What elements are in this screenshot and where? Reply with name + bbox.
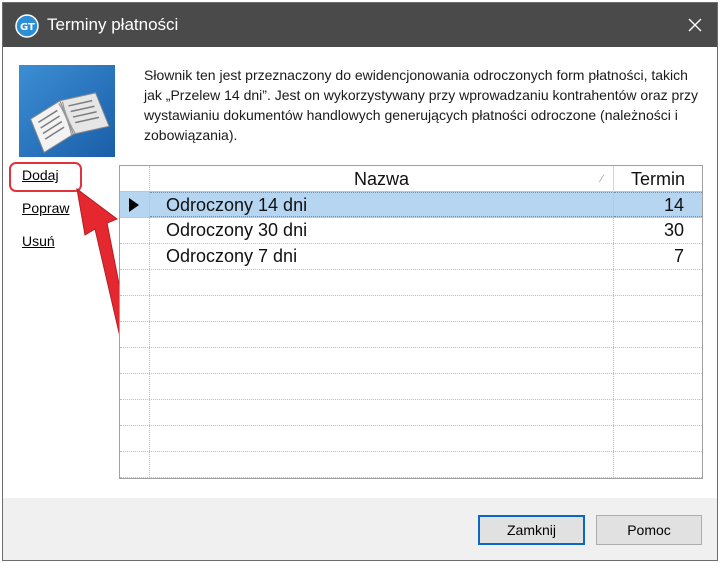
delete-link[interactable]: Usuń: [22, 233, 55, 249]
cell-term: [614, 322, 702, 347]
dictionary-book-icon: [19, 65, 115, 157]
row-indicator-cell: [120, 270, 150, 295]
empty-row: [120, 296, 702, 322]
column-header-name[interactable]: Nazwa ⁄: [150, 166, 614, 192]
cell-name: Odroczony 30 dni: [150, 218, 614, 243]
column-header-name-label: Nazwa: [353, 169, 410, 189]
empty-row: [120, 426, 702, 452]
empty-row: [120, 452, 702, 478]
close-icon: [688, 18, 702, 32]
cell-term: 30: [663, 220, 684, 240]
payment-terms-grid[interactable]: Nazwa ⁄ Termin Odroczony 14 dni 14 Odroczo…: [119, 165, 703, 479]
row-indicator-cell: [120, 322, 150, 347]
header-corner: [120, 166, 150, 192]
close-window-button[interactable]: [673, 3, 717, 47]
svg-text:GT: GT: [20, 22, 35, 33]
dialog-window: GT Terminy płatności Słownik ten jest pr…: [2, 2, 718, 561]
row-indicator-cell: [120, 452, 150, 477]
row-indicator-cell: [120, 192, 150, 217]
cell-term: [614, 452, 702, 477]
grid-header: Nazwa ⁄ Termin: [120, 166, 702, 192]
cell-term: [614, 270, 702, 295]
cell-name: [150, 322, 614, 347]
cell-name: [150, 374, 614, 399]
cell-term: [614, 374, 702, 399]
row-indicator-cell: [120, 348, 150, 373]
cell-name: [150, 400, 614, 425]
empty-row: [120, 400, 702, 426]
column-header-term[interactable]: Termin: [614, 166, 702, 192]
table-row[interactable]: Odroczony 7 dni 7: [120, 244, 702, 270]
row-indicator-cell: [120, 218, 150, 243]
row-indicator-cell: [120, 374, 150, 399]
window-title: Terminy płatności: [47, 15, 179, 34]
cell-name: [150, 426, 614, 451]
dialog-footer: Zamknij Pomoc: [3, 498, 717, 560]
cell-term: [614, 426, 702, 451]
empty-row: [120, 322, 702, 348]
row-indicator-cell: [120, 296, 150, 321]
cell-name: [150, 452, 614, 477]
row-indicator-cell: [120, 400, 150, 425]
row-indicator-cell: [120, 426, 150, 451]
dictionary-description: Słownik ten jest przeznaczony do ewidenc…: [144, 67, 699, 143]
empty-row: [120, 374, 702, 400]
edit-link[interactable]: Popraw: [22, 200, 69, 216]
help-button[interactable]: Pomoc: [596, 515, 702, 545]
title-bar: GT Terminy płatności: [3, 3, 717, 47]
cell-name: Odroczony 7 dni: [150, 244, 614, 269]
app-logo-icon: GT: [15, 14, 39, 38]
cell-term: [614, 400, 702, 425]
table-row[interactable]: Odroczony 14 dni 14: [120, 192, 702, 218]
table-row[interactable]: Odroczony 30 dni 30: [120, 218, 702, 244]
row-pointer-icon: [129, 198, 139, 212]
cell-name: [150, 296, 614, 321]
cell-name: Odroczony 14 dni: [150, 192, 614, 217]
close-button[interactable]: Zamknij: [478, 515, 585, 545]
cell-term: [614, 348, 702, 373]
dialog-content: Słownik ten jest przeznaczony do ewidenc…: [3, 47, 717, 498]
row-indicator-cell: [120, 244, 150, 269]
empty-row: [120, 270, 702, 296]
cell-term: 7: [673, 246, 684, 266]
sort-indicator-icon: ⁄: [601, 173, 603, 185]
cell-name: [150, 348, 614, 373]
empty-row: [120, 348, 702, 374]
cell-term: [614, 296, 702, 321]
add-link[interactable]: Dodaj: [22, 167, 59, 183]
cell-name: [150, 270, 614, 295]
cell-term: 14: [614, 192, 702, 217]
